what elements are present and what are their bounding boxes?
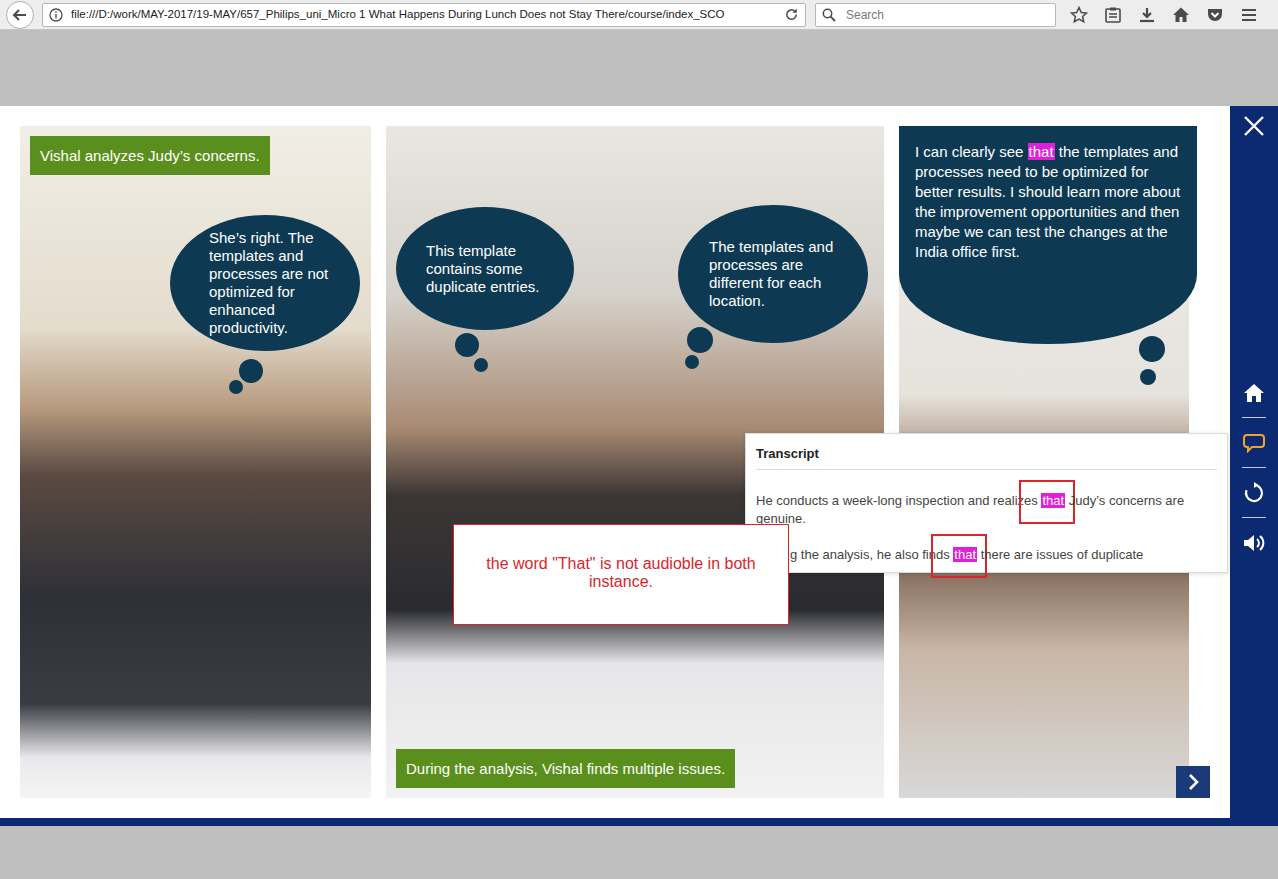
sidebar-item[interactable] — [1230, 468, 1278, 518]
replay-icon — [1243, 482, 1265, 504]
bubble-text: The templates and processes are differen… — [709, 238, 850, 310]
review-note: the word "That" is not audioble in both … — [453, 524, 789, 625]
flagged-word: that — [953, 547, 977, 562]
thought-dot — [1139, 336, 1165, 362]
home-icon[interactable] — [1172, 6, 1190, 24]
back-arrow-icon — [12, 7, 28, 23]
transcript-title: Transcript — [756, 446, 1217, 470]
highlighted-word: that — [1041, 493, 1065, 508]
text-run: there are issues of duplicate — [977, 547, 1143, 562]
toolbar-icons — [1070, 6, 1258, 24]
text-segment: He conducts a week-long inspection and r… — [756, 493, 1041, 508]
text-segment: g the analysis, he also finds — [790, 547, 953, 562]
transcript-icon — [1243, 433, 1265, 453]
text-run: the templates and processes need to be o… — [915, 143, 1180, 260]
thought-dot — [455, 333, 479, 357]
rail-menu — [1230, 368, 1278, 568]
text-run: He conducts a week-long inspection and r… — [756, 493, 1041, 508]
text-segment: there are issues of duplicate — [977, 547, 1143, 562]
text-run: She’s right. The templates and processes… — [209, 229, 328, 336]
caption: Vishal analyzes Judy’s concerns. — [30, 136, 270, 175]
home-icon — [1243, 383, 1265, 403]
audio-icon — [1243, 533, 1265, 553]
chevron-right-icon — [1185, 773, 1201, 791]
caption: During the analysis, Vishal finds multip… — [396, 749, 735, 788]
download-icon[interactable] — [1138, 6, 1156, 24]
text-run: g the analysis, he also finds — [790, 547, 953, 562]
search-input[interactable] — [844, 5, 1049, 25]
sidebar-item[interactable] — [1230, 368, 1278, 418]
text-run: This template contains some duplicate en… — [426, 242, 539, 295]
thought-bubble: This template contains some duplicate en… — [396, 207, 574, 330]
url-text[interactable]: file:///D:/work/MAY-2017/19-MAY/657_Phil… — [71, 6, 776, 23]
back-button[interactable] — [6, 1, 34, 29]
pocket-icon[interactable] — [1206, 6, 1224, 24]
transcript-paragraph: He conducts a week-long inspection and r… — [756, 492, 1217, 528]
next-button[interactable] — [1176, 766, 1210, 798]
reload-icon[interactable] — [784, 7, 799, 22]
reading-list-icon[interactable] — [1104, 6, 1122, 24]
thought-dot — [239, 359, 263, 383]
search-field[interactable] — [815, 3, 1056, 27]
thought-dot — [1140, 369, 1156, 385]
thought-bubble: The templates and processes are differen… — [678, 205, 868, 343]
transcript-panel: Transcript He conducts a week-long inspec… — [745, 433, 1228, 573]
bookmark-star-icon[interactable] — [1070, 6, 1088, 24]
bubble-text: This template contains some duplicate en… — [426, 242, 560, 296]
info-icon[interactable] — [49, 8, 63, 22]
menu-icon[interactable] — [1240, 6, 1258, 24]
close-button[interactable] — [1240, 114, 1268, 138]
transcript-paragraph: g the analysis, he also finds that there… — [756, 546, 1217, 564]
thought-dot — [687, 327, 713, 353]
bubble-text: I can clearly see that the templates and… — [915, 142, 1185, 262]
bubble-text: She’s right. The templates and processes… — [209, 229, 338, 337]
text-run: The templates and processes are differen… — [709, 238, 833, 309]
thought-dot — [229, 380, 243, 394]
slide-panel: Vishal analyzes Judy’s concerns. She’s ri… — [20, 126, 371, 798]
flagged-word: that — [1041, 493, 1065, 508]
thought-dot — [474, 358, 488, 372]
thought-dot — [685, 355, 699, 369]
thought-bubble: I can clearly see that the templates and… — [899, 126, 1197, 344]
address-bar[interactable]: file:///D:/work/MAY-2017/19-MAY/657_Phil… — [42, 3, 806, 27]
sidebar-item[interactable] — [1230, 518, 1278, 568]
sidebar-item[interactable] — [1230, 418, 1278, 468]
magnifier-icon — [822, 8, 836, 22]
text-run: I can clearly see — [915, 143, 1028, 160]
thought-bubble: She’s right. The templates and processes… — [170, 215, 360, 351]
close-x-icon — [1243, 115, 1265, 137]
highlighted-word: that — [953, 547, 977, 562]
highlighted-word: that — [1028, 143, 1055, 160]
